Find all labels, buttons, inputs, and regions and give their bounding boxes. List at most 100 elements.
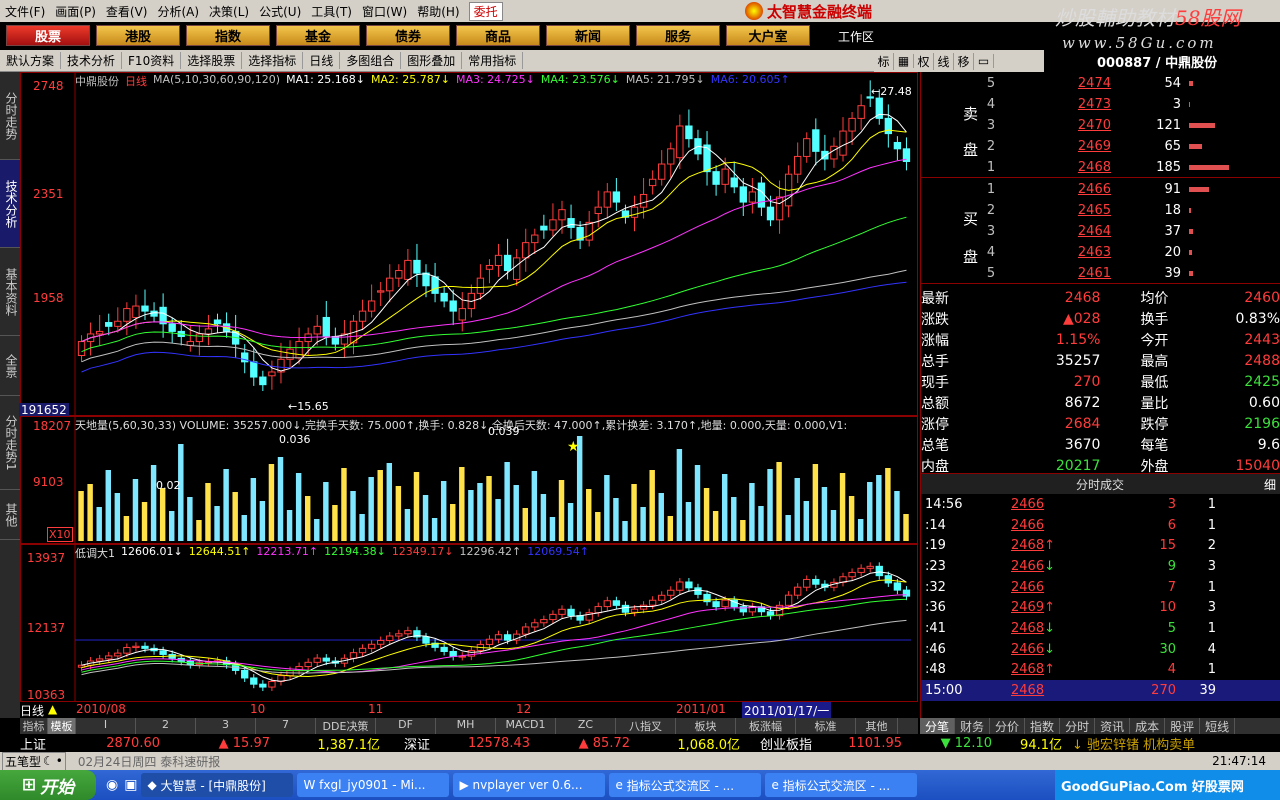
nav-stocks[interactable]: 股票 xyxy=(6,24,90,46)
buy-row[interactable]: 5 2461 39 xyxy=(981,263,1209,284)
trade-row[interactable]: :14 2466 6 1 xyxy=(921,515,1280,536)
toolbar-tech-analysis[interactable]: 技术分析 xyxy=(61,52,123,69)
last-trade-row[interactable]: 15:00 2468 270 39 xyxy=(921,680,1280,701)
ltab-intraday[interactable]: 分时走势 xyxy=(0,72,20,160)
btab-indicator[interactable]: 指标 xyxy=(20,718,48,734)
btab-other[interactable]: 其他 xyxy=(856,718,898,734)
buy-row[interactable]: 1 2466 91 xyxy=(981,179,1209,200)
btab-dde[interactable]: DDE决策 xyxy=(316,718,376,734)
toolbar-move[interactable]: 移 xyxy=(954,52,974,70)
sell-row[interactable]: 1 2468 185 xyxy=(981,157,1229,178)
ltab-intraday-1[interactable]: 分时走势1 xyxy=(0,396,20,490)
toolbar-select-stock[interactable]: 选择股票 xyxy=(181,52,243,69)
toolbar-overlay[interactable]: 图形叠加 xyxy=(401,52,463,69)
task-word-doc[interactable]: W fxgl_jy0901 - Mi... xyxy=(297,773,450,797)
sell-row[interactable]: 5 2474 54 xyxy=(981,73,1229,94)
btab-7[interactable]: 7 xyxy=(256,718,316,734)
task-forum-2[interactable]: e 指标公式交流区 - ... xyxy=(765,773,918,797)
toolbar-line[interactable]: 线 xyxy=(934,52,954,70)
menu-tools[interactable]: 工具(T) xyxy=(306,3,357,20)
trade-row[interactable]: :32 2466 7 1 xyxy=(921,577,1280,598)
trade-row[interactable]: 14:56 2466 3 1 xyxy=(921,494,1280,515)
quicklaunch-ie-icon[interactable]: ◉ xyxy=(106,777,118,793)
toolbar-grid-icon[interactable]: ▦ xyxy=(894,54,914,68)
sell-row[interactable]: 3 2470 121 xyxy=(981,115,1229,136)
task-nvplayer[interactable]: ▶ nvplayer ver 0.6... xyxy=(453,773,606,797)
btab-df[interactable]: DF xyxy=(376,718,436,734)
btab-mh[interactable]: MH xyxy=(436,718,496,734)
btab-sector-gain[interactable]: 板涨幅 xyxy=(736,718,796,734)
toolbar-default-scheme[interactable]: 默认方案 xyxy=(0,52,62,69)
trade-row[interactable]: :48 2468↑ 4 1 xyxy=(921,660,1280,681)
buy-row[interactable]: 3 2464 37 xyxy=(981,221,1209,242)
btab-3[interactable]: 3 xyxy=(196,718,256,734)
entrust-button[interactable]: 委托 xyxy=(468,1,503,21)
btab-macd1[interactable]: MACD1 xyxy=(496,718,556,734)
rtab-index[interactable]: 指数 xyxy=(1025,718,1061,734)
toolbar-daily[interactable]: 日线 xyxy=(303,52,341,69)
nav-funds[interactable]: 基金 xyxy=(276,24,360,46)
task-forum-1[interactable]: e 指标公式交流区 - ... xyxy=(609,773,762,797)
ltab-tech-analysis[interactable]: 技术分析 xyxy=(0,160,20,248)
toolbar-multi-chart[interactable]: 多图组合 xyxy=(340,52,402,69)
menu-formula[interactable]: 公式(U) xyxy=(254,3,306,20)
trade-row[interactable]: :23 2466↓ 9 3 xyxy=(921,556,1280,577)
rtab-ticks[interactable]: 分笔 xyxy=(920,718,956,734)
trade-row[interactable]: :46 2466↓ 30 4 xyxy=(921,639,1280,660)
menu-help[interactable]: 帮助(H) xyxy=(412,3,464,20)
start-button[interactable]: ⊞ 开始 xyxy=(0,770,96,800)
quicklaunch-desktop-icon[interactable]: ▣ xyxy=(124,777,137,793)
btab-i[interactable]: I xyxy=(76,718,136,734)
workspace-label[interactable]: 工作区 xyxy=(838,28,874,45)
ltab-panorama[interactable]: 全景 xyxy=(0,336,20,396)
nav-commodities[interactable]: 商品 xyxy=(456,24,540,46)
rtab-review[interactable]: 股评 xyxy=(1165,718,1201,734)
btab-standard[interactable]: 标准 xyxy=(796,718,856,734)
nav-news[interactable]: 新闻 xyxy=(546,24,630,46)
volume-panel[interactable]: 天地量(5,60,30,33) VOLUME: 35257.000↓,完换手天数… xyxy=(20,416,918,545)
rtab-intraday[interactable]: 分时 xyxy=(1060,718,1096,734)
task-dazhihui[interactable]: ◆ 大智慧 - [中鼎股份] xyxy=(141,773,294,797)
nav-services[interactable]: 服务 xyxy=(636,24,720,46)
trade-row[interactable]: :19 2468↑ 15 2 xyxy=(921,535,1280,556)
rtab-short-term[interactable]: 短线 xyxy=(1200,718,1236,734)
btab-sector[interactable]: 板块 xyxy=(676,718,736,734)
rtab-finance[interactable]: 财务 xyxy=(955,718,991,734)
nav-hk-stocks[interactable]: 港股 xyxy=(96,24,180,46)
indicator-panel[interactable]: 低调大1 12606.01↓ 12644.51↑ 12213.71↑ 12194… xyxy=(20,544,918,703)
menu-view[interactable]: 查看(V) xyxy=(101,3,153,20)
menu-view-screen[interactable]: 画面(P) xyxy=(50,3,101,20)
rtab-news[interactable]: 资讯 xyxy=(1095,718,1131,734)
toolbar-f10[interactable]: F10资料 xyxy=(122,52,182,69)
rtab-price-dist[interactable]: 分价 xyxy=(990,718,1026,734)
toolbar-select-indicator[interactable]: 选择指标 xyxy=(242,52,304,69)
ticker-news[interactable]: ↓ 驰宏锌锗 机构卖单 xyxy=(1072,734,1195,753)
nav-index[interactable]: 指数 xyxy=(186,24,270,46)
nav-vip-room[interactable]: 大户室 xyxy=(726,24,810,46)
rtab-cost[interactable]: 成本 xyxy=(1130,718,1166,734)
toolbar-window-icon[interactable]: ▭ xyxy=(974,54,994,68)
toolbar-common-indicators[interactable]: 常用指标 xyxy=(462,52,524,69)
ltab-fundamentals[interactable]: 基本资料 xyxy=(0,248,20,336)
btab-template[interactable]: 模板 xyxy=(48,718,76,734)
kline-panel[interactable]: 中鼎股份 日线 MA(5,10,30,60,90,120) MA1: 25.16… xyxy=(19,72,918,417)
sell-row[interactable]: 4 2473 3 xyxy=(981,94,1229,115)
ltab-other[interactable]: 其他 xyxy=(0,490,20,540)
toolbar-rights[interactable]: 权 xyxy=(914,52,934,70)
menu-window[interactable]: 窗口(W) xyxy=(357,3,412,20)
sell-row[interactable]: 2 2469 65 xyxy=(981,136,1229,157)
trade-row[interactable]: :36 2469↑ 10 3 xyxy=(921,597,1280,618)
menu-decision[interactable]: 决策(L) xyxy=(204,3,254,20)
menu-analysis[interactable]: 分析(A) xyxy=(152,3,204,20)
btab-zc[interactable]: ZC xyxy=(556,718,616,734)
nav-bonds[interactable]: 债券 xyxy=(366,24,450,46)
toolbar-mark[interactable]: 标 xyxy=(874,52,894,70)
btab-bazhicha[interactable]: 八指叉 xyxy=(616,718,676,734)
menu-file[interactable]: 文件(F) xyxy=(0,3,50,20)
trade-row[interactable]: :41 2468↓ 5 1 xyxy=(921,618,1280,639)
buy-row[interactable]: 4 2463 20 xyxy=(981,242,1209,263)
buy-row[interactable]: 2 2465 18 xyxy=(981,200,1209,221)
trades-detail-button[interactable]: 细 xyxy=(1264,476,1276,493)
btab-2[interactable]: 2 xyxy=(136,718,196,734)
ime-indicator[interactable]: 五笔型 ☾ • xyxy=(2,751,66,771)
